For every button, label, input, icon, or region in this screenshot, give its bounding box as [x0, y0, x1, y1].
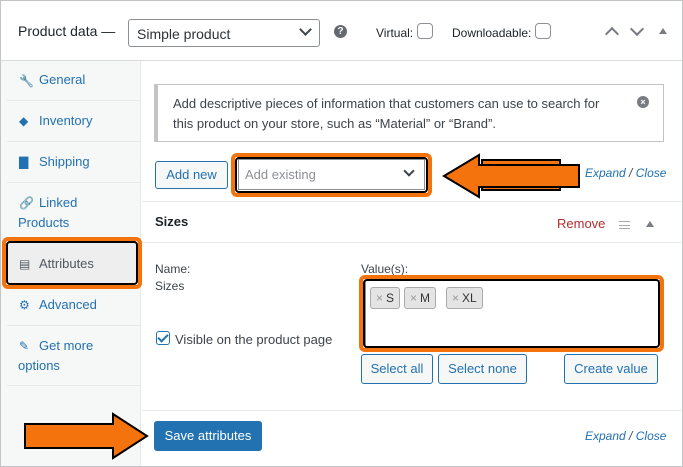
- notice-line-1: Add descriptive pieces of information th…: [173, 96, 600, 111]
- tab-advanced[interactable]: ⚙ Advanced: [7, 285, 141, 326]
- attribute-title: Sizes: [155, 214, 189, 229]
- tab-advanced-label: Advanced: [39, 297, 97, 312]
- virtual-label: Virtual:: [376, 26, 414, 40]
- add-new-button[interactable]: Add new: [155, 161, 228, 189]
- close-link[interactable]: Close: [636, 166, 667, 180]
- add-existing-select[interactable]: Add existing: [238, 159, 425, 190]
- tab-get-more-options[interactable]: ✎ Get more options: [7, 326, 141, 386]
- tab-general[interactable]: 🔧 General: [7, 61, 141, 101]
- highlight-inner: [363, 279, 660, 348]
- tab-linked-label: Linked: [39, 195, 78, 210]
- select-none-button[interactable]: Select none: [438, 354, 527, 384]
- tab-get-more-label: Get more: [39, 338, 94, 353]
- add-existing-placeholder: Add existing: [245, 167, 316, 182]
- product-data-header: Product data — Simple product ? Virtual:…: [1, 1, 682, 61]
- collapse-attribute-icon[interactable]: [646, 221, 654, 227]
- downloadable-checkbox[interactable]: [535, 23, 551, 39]
- expand-link[interactable]: Expand: [585, 166, 626, 180]
- tab-inventory-label: Inventory: [39, 113, 93, 128]
- name-value: Sizes: [155, 279, 185, 293]
- move-down-icon[interactable]: [629, 21, 645, 37]
- product-data-title: Product data —: [18, 23, 116, 39]
- tag-icon: ◆: [19, 114, 29, 128]
- create-value-button[interactable]: Create value: [564, 354, 658, 384]
- visible-on-product-page-label: Visible on the product page: [175, 332, 333, 347]
- values-highlight: [359, 275, 664, 352]
- expand-link[interactable]: Expand: [585, 429, 626, 443]
- drag-handle-icon[interactable]: [619, 221, 630, 229]
- links-separator: /: [629, 166, 633, 180]
- close-link[interactable]: Close: [636, 429, 667, 443]
- select-all-button[interactable]: Select all: [361, 354, 433, 384]
- highlight-inner: [6, 241, 138, 285]
- footer-expand-close-links: Expand / Close: [585, 429, 666, 443]
- gear-icon: ⚙: [19, 298, 30, 312]
- collapse-toggle-icon[interactable]: [659, 28, 667, 34]
- plugin-icon: ✎: [19, 339, 30, 353]
- attribute-header-row[interactable]: Sizes Remove: [142, 201, 682, 243]
- chevron-down-icon: [403, 165, 415, 177]
- attributes-info-notice: Add descriptive pieces of information th…: [154, 84, 664, 142]
- downloadable-label: Downloadable:: [452, 26, 532, 40]
- remove-attribute-link[interactable]: Remove: [557, 216, 605, 231]
- visible-on-product-page-checkbox[interactable]: [156, 331, 170, 345]
- footer-divider: [142, 410, 682, 411]
- tab-shipping-label: Shipping: [39, 154, 90, 169]
- save-attributes-button[interactable]: Save attributes: [154, 421, 262, 451]
- expand-close-links: Expand / Close: [585, 166, 666, 180]
- name-label: Name:: [155, 262, 191, 276]
- tab-inventory[interactable]: ◆ Inventory: [7, 101, 141, 142]
- tab-linked-products[interactable]: 🔗 Linked Products: [7, 183, 141, 243]
- values-label: Value(s):: [361, 262, 409, 276]
- tab-general-label: General: [39, 72, 86, 87]
- link-icon: 🔗: [19, 196, 34, 210]
- tab-linked-label-2: Products: [18, 215, 70, 230]
- tab-get-more-label-2: options: [18, 358, 60, 373]
- chevron-down-icon: [299, 23, 312, 36]
- truck-icon: ▇: [19, 155, 29, 169]
- dismiss-notice-icon[interactable]: ×: [637, 96, 649, 108]
- tab-shipping[interactable]: ▇ Shipping: [7, 142, 141, 183]
- wrench-icon: 🔧: [19, 74, 34, 88]
- move-up-icon[interactable]: [604, 26, 620, 42]
- sizes-callout-label: Sizes: [481, 159, 561, 191]
- product-type-value: Simple product: [137, 26, 231, 42]
- help-icon[interactable]: ?: [334, 25, 347, 38]
- product-data-panel: Product data — Simple product ? Virtual:…: [0, 0, 683, 467]
- virtual-checkbox[interactable]: [417, 23, 433, 39]
- links-separator: /: [629, 429, 633, 443]
- product-type-select[interactable]: Simple product: [128, 19, 320, 47]
- attributes-tab-highlight: [2, 237, 142, 289]
- notice-line-2: this product on your store, such as “Mat…: [173, 116, 496, 131]
